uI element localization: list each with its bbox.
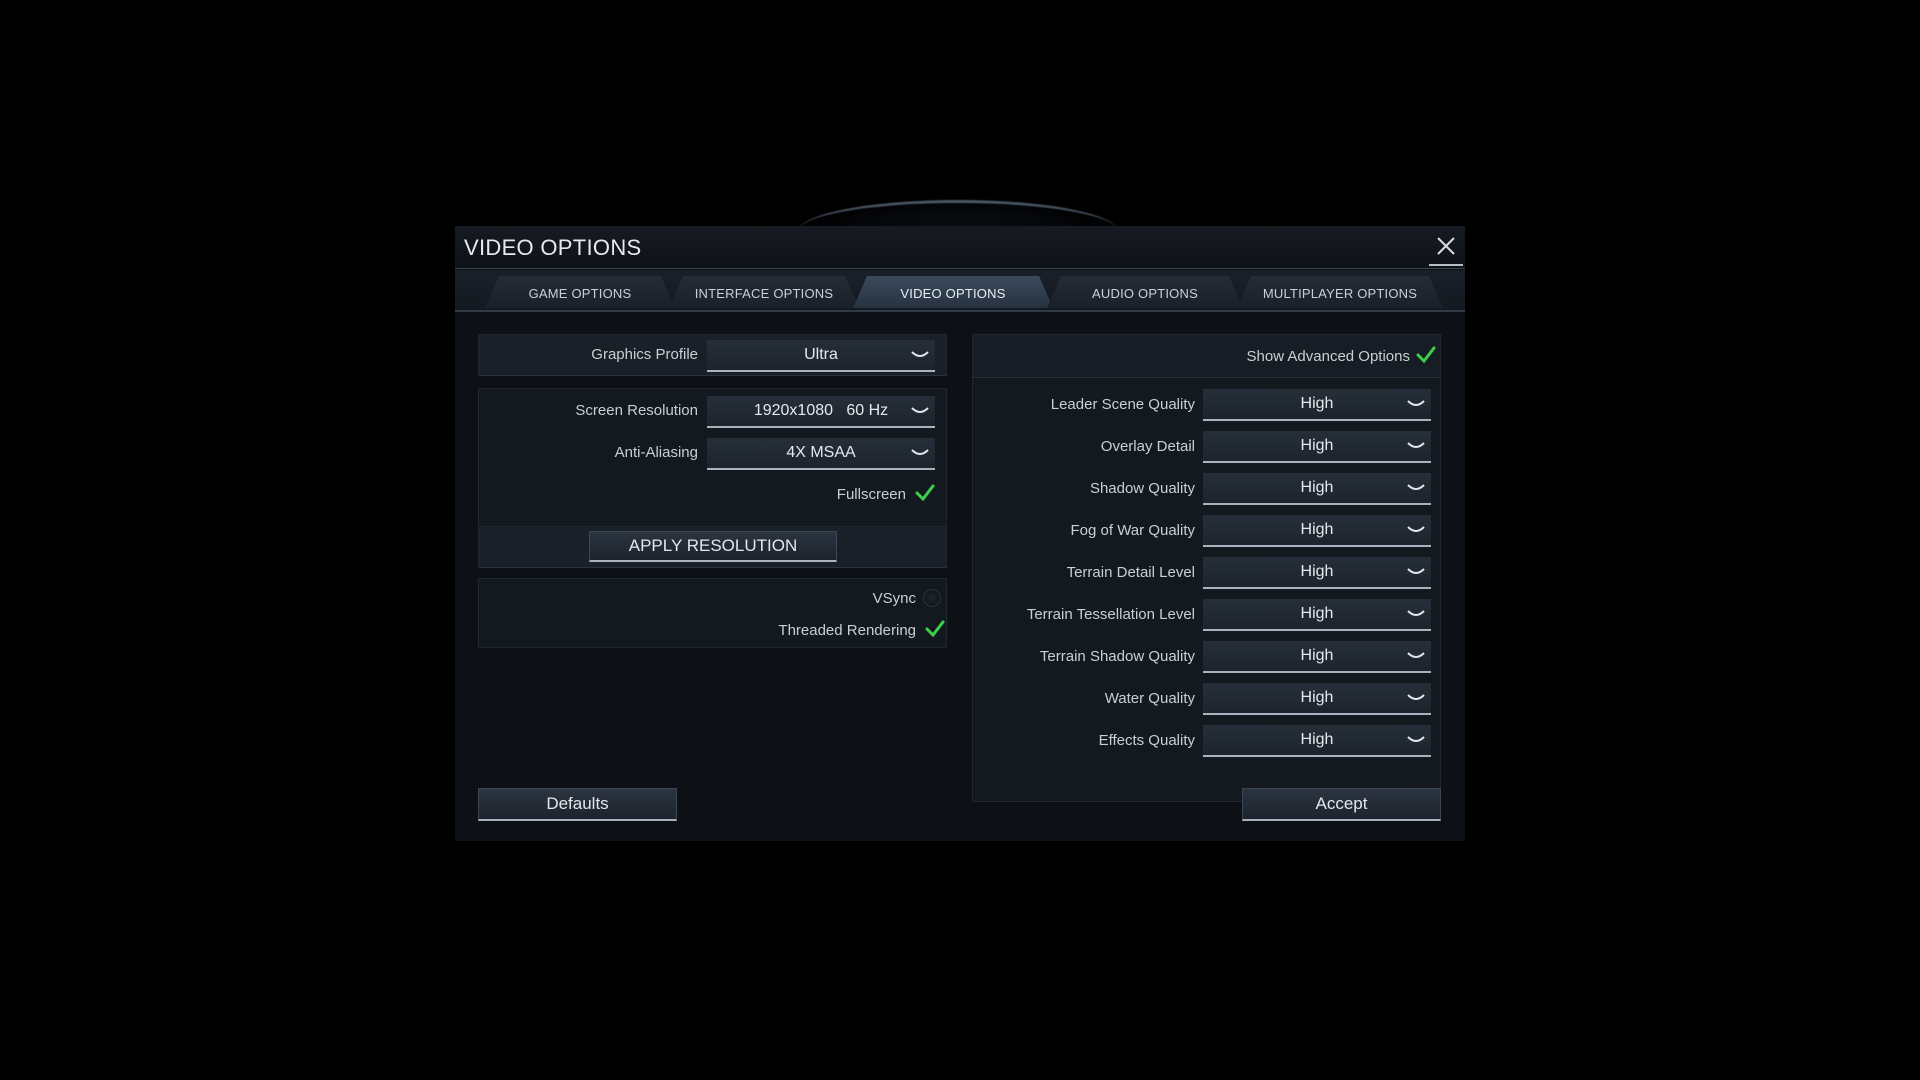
water-quality-value: High [1300,689,1334,706]
screen-resolution-label: Screen Resolution [575,402,698,419]
overlay-detail-label: Overlay Detail [1100,438,1195,455]
chevron-down-icon [1407,400,1425,406]
anti-aliasing-label: Anti-Aliasing [614,444,698,461]
shadow-quality-dropdown[interactable]: High [1203,473,1431,505]
leader-scene-quality-label: Leader Scene Quality [1050,396,1195,413]
vsync-label: VSync [872,590,916,607]
anti-aliasing-value: 4X MSAA [786,444,856,461]
graphics-profile-row: Graphics Profile Ultra [478,334,947,376]
fullscreen-checkbox[interactable] [915,483,935,503]
chevron-down-icon [1407,442,1425,448]
shadow-quality-label: Shadow Quality [1089,480,1195,497]
terrain-shadow-quality-label: Terrain Shadow Quality [1039,648,1195,665]
leader-scene-quality-value: High [1300,395,1334,412]
effects-quality-label: Effects Quality [1098,732,1195,749]
video-options-dialog: VIDEO OPTIONS GAME OPTIONS INTERFACE OPT… [455,226,1465,841]
effects-quality-dropdown[interactable]: High [1203,725,1431,757]
fog-of-war-quality-label: Fog of War Quality [1070,522,1195,539]
overlay-detail-dropdown[interactable]: High [1203,431,1431,463]
threaded-rendering-label: Threaded Rendering [778,622,916,639]
chevron-down-icon [1407,736,1425,742]
overlay-detail-value: High [1300,437,1334,454]
graphics-profile-value: Ultra [804,346,838,363]
rendering-panel: VSync Threaded Rendering [478,578,947,648]
advanced-options-panel: Show Advanced Options Leader Scene Quali… [972,334,1441,802]
tab-game-options[interactable]: GAME OPTIONS [485,276,675,308]
close-button[interactable] [1429,230,1463,266]
show-advanced-checkbox[interactable] [1416,345,1436,365]
leader-scene-quality-dropdown[interactable]: High [1203,389,1431,421]
show-advanced-label: Show Advanced Options [1246,348,1410,365]
terrain-tessellation-level-label: Terrain Tessellation Level [1026,606,1195,623]
chevron-down-icon [911,351,929,357]
resolution-panel: Screen Resolution 1920x1080 60 Hz Anti-A… [478,388,947,528]
terrain-shadow-quality-value: High [1300,647,1334,664]
checkmark-icon [925,620,945,638]
show-advanced-row: Show Advanced Options [973,335,1440,378]
tab-video-options[interactable]: VIDEO OPTIONS [853,276,1053,308]
chevron-down-icon [1407,694,1425,700]
fog-of-war-quality-value: High [1300,521,1334,538]
options-tab-bar: GAME OPTIONS INTERFACE OPTIONS VIDEO OPT… [455,270,1465,312]
screen-resolution-value: 1920x1080 60 Hz [753,402,889,419]
dialog-title: VIDEO OPTIONS [464,235,642,260]
anti-aliasing-dropdown[interactable]: 4X MSAA [707,438,935,470]
chevron-down-icon [1407,610,1425,616]
vsync-checkbox[interactable] [923,589,941,607]
chevron-down-icon [911,407,929,413]
terrain-shadow-quality-dropdown[interactable]: High [1203,641,1431,673]
apply-resolution-button[interactable]: APPLY RESOLUTION [589,531,837,562]
fog-of-war-quality-dropdown[interactable]: High [1203,515,1431,547]
graphics-profile-dropdown[interactable]: Ultra [707,340,935,372]
screen-resolution-dropdown[interactable]: 1920x1080 60 Hz [707,396,935,428]
terrain-tessellation-level-value: High [1300,605,1334,622]
terrain-tessellation-level-dropdown[interactable]: High [1203,599,1431,631]
terrain-detail-level-value: High [1300,563,1334,580]
close-x-icon [1437,237,1455,255]
effects-quality-value: High [1300,731,1334,748]
dialog-titlebar: VIDEO OPTIONS [455,226,1465,269]
terrain-detail-level-label: Terrain Detail Level [1066,564,1195,581]
tab-multiplayer-options[interactable]: MULTIPLAYER OPTIONS [1237,276,1443,308]
water-quality-dropdown[interactable]: High [1203,683,1431,715]
chevron-down-icon [1407,568,1425,574]
terrain-detail-level-dropdown[interactable]: High [1203,557,1431,589]
tab-interface-options[interactable]: INTERFACE OPTIONS [669,276,859,308]
defaults-button[interactable]: Defaults [478,788,677,821]
apply-resolution-row: APPLY RESOLUTION [478,526,947,568]
chevron-down-icon [911,449,929,455]
fullscreen-label: Fullscreen [836,486,906,503]
tab-audio-options[interactable]: AUDIO OPTIONS [1047,276,1243,308]
water-quality-label: Water Quality [1104,690,1195,707]
accept-button[interactable]: Accept [1242,788,1441,821]
checkmark-icon [1416,346,1436,364]
chevron-down-icon [1407,484,1425,490]
graphics-profile-label: Graphics Profile [591,346,698,363]
threaded-rendering-checkbox[interactable] [925,619,945,639]
shadow-quality-value: High [1300,479,1334,496]
chevron-down-icon [1407,526,1425,532]
chevron-down-icon [1407,652,1425,658]
checkmark-icon [915,484,935,502]
